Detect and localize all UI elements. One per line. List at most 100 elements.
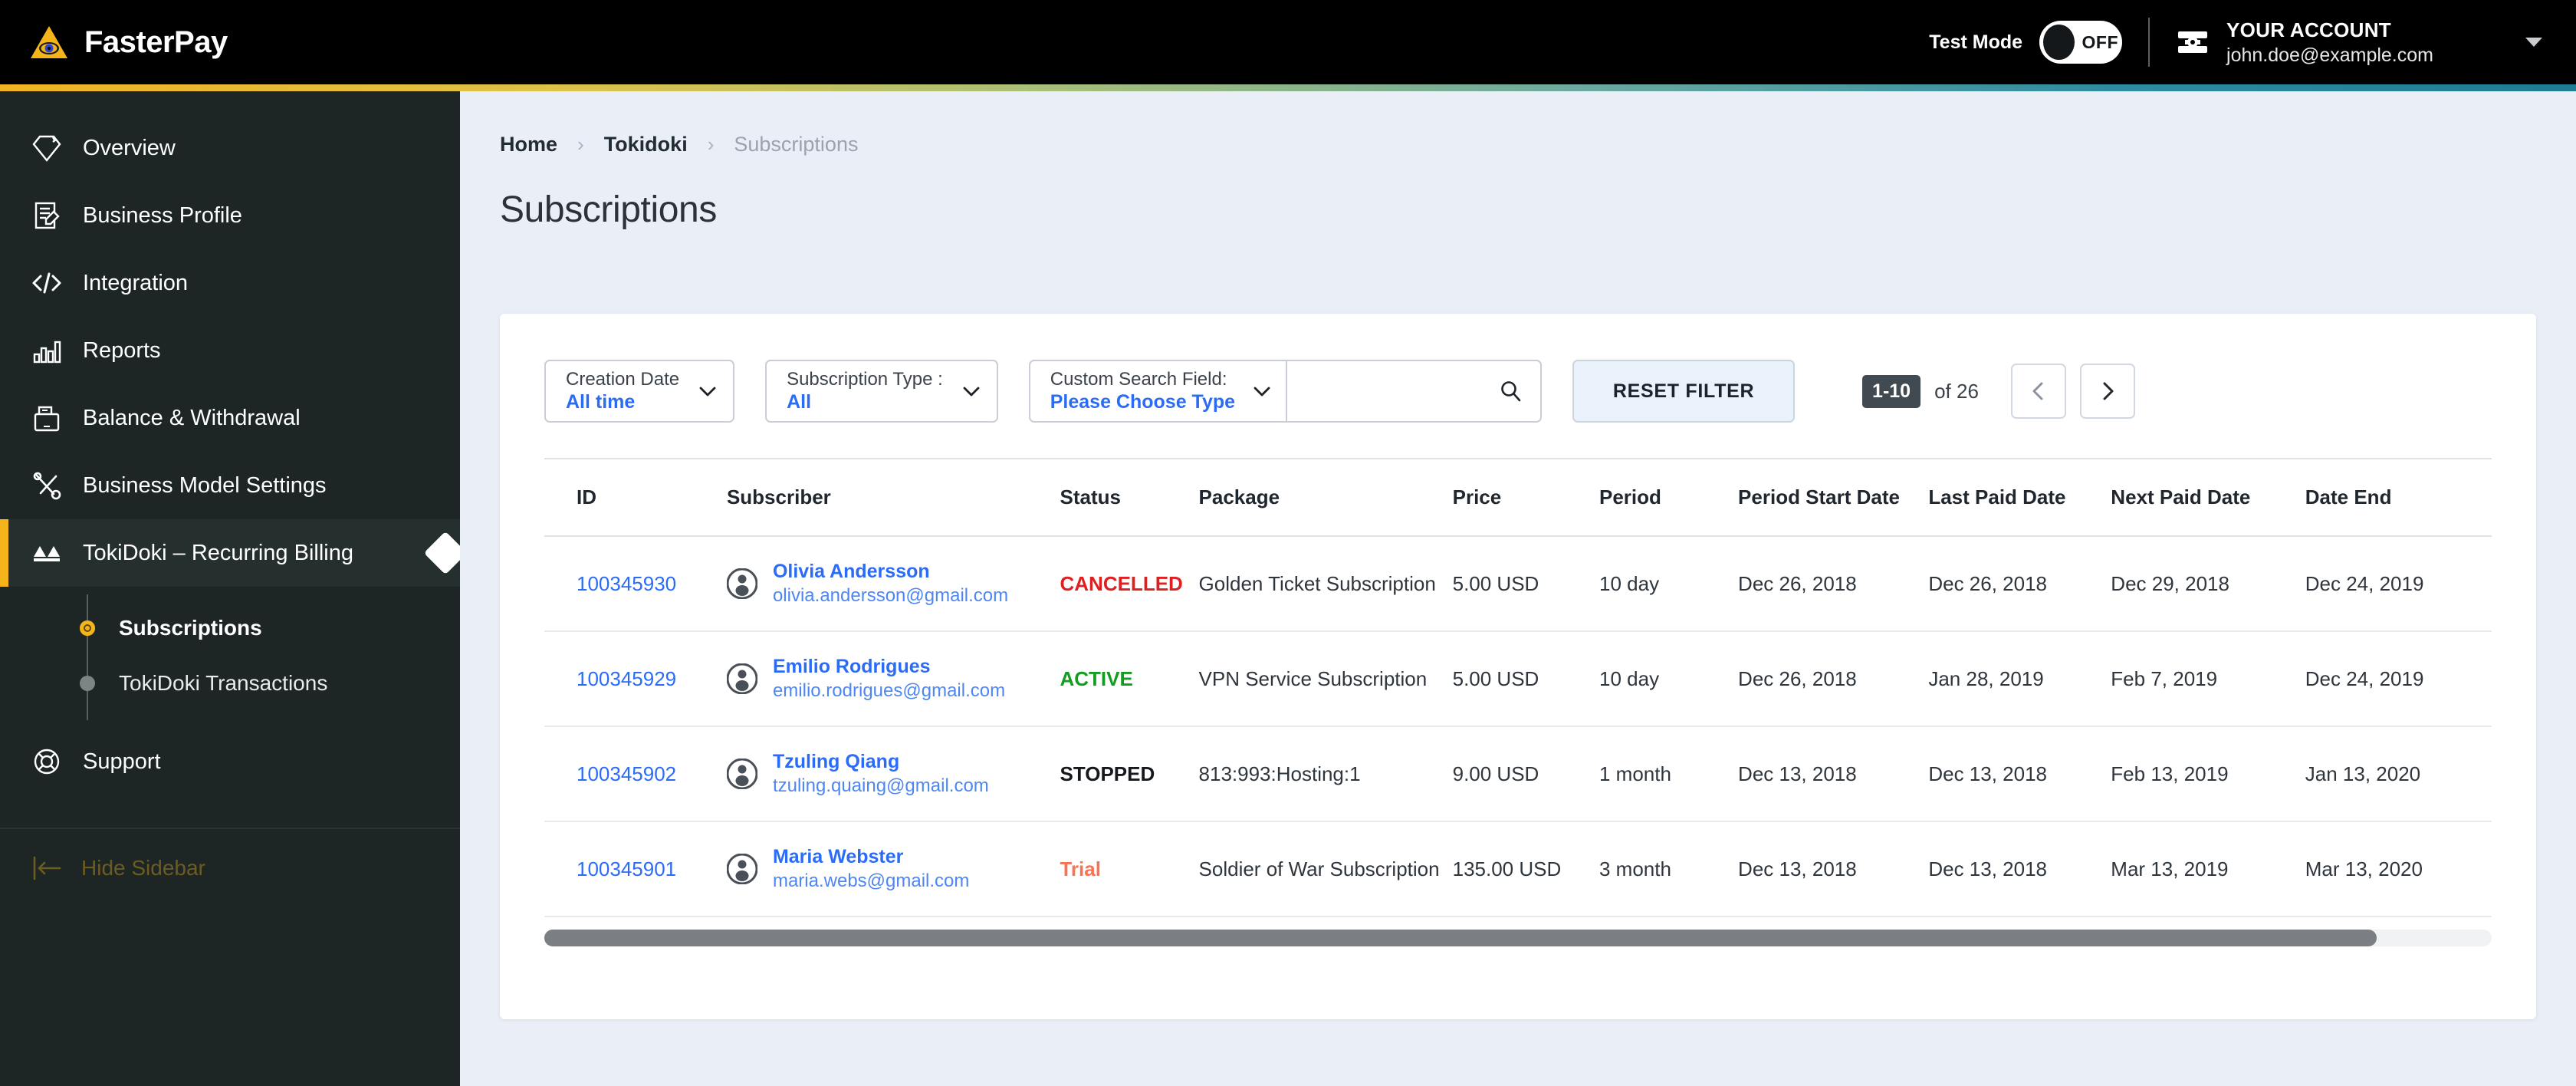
breadcrumb: Home › Tokidoki › Subscriptions — [460, 91, 2576, 156]
column-header-status: Status — [1060, 458, 1199, 537]
subscription-id-link[interactable]: 100345930 — [577, 572, 676, 595]
subscriber-email[interactable]: olivia.andersson@gmail.com — [773, 585, 1008, 607]
lifebuoy-icon — [31, 745, 63, 778]
subscription-type-filter[interactable]: Subscription Type : All — [765, 360, 998, 423]
sidebar-item-overview[interactable]: Overview — [0, 114, 460, 182]
subscriber-email[interactable]: tzuling.quaing@gmail.com — [773, 775, 989, 797]
subscriber-name[interactable]: Maria Webster — [773, 846, 969, 868]
sidebar-item-support[interactable]: Support — [0, 728, 460, 795]
cell-package: VPN Service Subscription — [1198, 631, 1453, 727]
toggle-knob — [2043, 25, 2075, 60]
cell-last-paid-date: Dec 13, 2018 — [1928, 821, 2111, 917]
chevron-left-icon — [2032, 382, 2043, 400]
custom-search-field-select[interactable]: Custom Search Field: Please Choose Type — [1030, 361, 1288, 421]
sidebar-subitem-tokidoki-transactions[interactable]: TokiDoki Transactions — [0, 656, 460, 711]
sidebar-subitem-subscriptions[interactable]: Subscriptions — [0, 601, 460, 656]
subscriber-email[interactable]: maria.webs@gmail.com — [773, 870, 969, 892]
cash-drawer-icon — [31, 402, 63, 434]
cell-status: STOPPED — [1060, 726, 1199, 822]
brand-logo-group[interactable]: FasterPay — [29, 25, 228, 60]
subscription-id-link[interactable]: 100345901 — [577, 857, 676, 880]
status-badge: STOPPED — [1060, 762, 1155, 785]
diamond-icon — [31, 132, 63, 164]
horizontal-scrollbar[interactable] — [544, 930, 2492, 946]
sidebar-subitem-label: Subscriptions — [119, 616, 262, 640]
app-root: FasterPay Test Mode OFF YOUR ACCOUNT joh… — [0, 0, 2576, 1086]
subscriptions-table: ID Subscriber Status Package Price Perio… — [544, 458, 2492, 917]
sidebar-item-label: Business Model Settings — [83, 472, 327, 498]
sidebar-item-balance-withdrawal[interactable]: Balance & Withdrawal — [0, 384, 460, 452]
reset-filter-button[interactable]: RESET FILTER — [1572, 360, 1796, 423]
subscriptions-card: Creation Date All time Subscription Type… — [500, 314, 2536, 1019]
table-row[interactable]: 100345930 Olivia Andersson olivia.andersso… — [544, 536, 2492, 632]
prev-page-button[interactable] — [2010, 364, 2066, 419]
next-page-button[interactable] — [2079, 364, 2135, 419]
document-edit-icon — [31, 199, 63, 232]
avatar-icon — [726, 568, 757, 599]
sidebar-item-business-profile[interactable]: Business Profile — [0, 182, 460, 249]
test-mode-toggle[interactable]: OFF — [2039, 21, 2123, 64]
tools-icon — [31, 469, 63, 502]
status-badge: ACTIVE — [1060, 666, 1133, 690]
table-row[interactable]: 100345929 Emilio Rodrigues emilio.rodrigue… — [544, 631, 2492, 727]
scrollbar-thumb[interactable] — [544, 930, 2377, 946]
brand-name: FasterPay — [84, 25, 228, 59]
account-info[interactable]: YOUR ACCOUNT john.doe@example.com — [2226, 18, 2433, 67]
subscriber-email[interactable]: emilio.rodrigues@gmail.com — [773, 680, 1005, 702]
column-header-period: Period — [1599, 458, 1739, 537]
sidebar-item-label: Support — [83, 749, 161, 774]
cell-price: 5.00 USD — [1452, 631, 1599, 727]
subscriber: Olivia Andersson olivia.andersson@gmail.c… — [726, 561, 1060, 607]
table-head: ID Subscriber Status Package Price Perio… — [544, 458, 2492, 537]
sidebar-item-label: Business Profile — [83, 202, 242, 228]
bar-chart-icon — [31, 334, 63, 367]
custom-search-group: Custom Search Field: Please Choose Type — [1028, 360, 1543, 423]
account-email: john.doe@example.com — [2226, 44, 2433, 66]
search-icon[interactable] — [1499, 380, 1522, 403]
subscriber-name[interactable]: Olivia Andersson — [773, 561, 1008, 583]
page-range-badge: 1-10 — [1862, 374, 1921, 408]
sidebar-item-label: TokiDoki – Recurring Billing — [83, 540, 353, 565]
subscription-id-link[interactable]: 100345902 — [577, 762, 676, 785]
cell-date-end: Mar 13, 2020 — [2305, 821, 2492, 917]
cell-period-start-date: Dec 26, 2018 — [1738, 631, 1929, 727]
toggle-state-label: OFF — [2082, 31, 2119, 52]
breadcrumb-current: Subscriptions — [734, 133, 859, 156]
cell-subscriber: Tzuling Qiang tzuling.quaing@gmail.com — [726, 726, 1060, 822]
account-title: YOUR ACCOUNT — [2226, 18, 2391, 41]
column-header-last-paid-date: Last Paid Date — [1928, 458, 2111, 537]
chevron-down-icon — [1254, 387, 1270, 396]
custom-search-value: Please Choose Type — [1050, 391, 1236, 413]
subscriber-name[interactable]: Tzuling Qiang — [773, 751, 989, 773]
top-header-bar: FasterPay Test Mode OFF YOUR ACCOUNT joh… — [0, 0, 2576, 84]
table-row[interactable]: 100345901 Maria Webster maria.webs@gmail.c… — [544, 821, 2492, 917]
subscription-type-value: All — [787, 391, 812, 413]
column-header-date-end: Date End — [2305, 458, 2492, 537]
sidebar-item-integration[interactable]: Integration — [0, 249, 460, 317]
eye-triangle-logo-icon — [31, 26, 67, 58]
hide-sidebar-button[interactable]: Hide Sidebar — [0, 829, 460, 881]
sidebar-item-business-model-settings[interactable]: Business Model Settings — [0, 452, 460, 519]
creation-date-label: Creation Date — [566, 368, 680, 390]
subscription-id-link[interactable]: 100345929 — [577, 667, 676, 690]
inactive-dot-icon — [80, 676, 95, 691]
breadcrumb-tokidoki[interactable]: Tokidoki — [604, 133, 688, 156]
cell-status: ACTIVE — [1060, 631, 1199, 727]
sidebar: Overview Business Profile Integration Re… — [0, 91, 460, 1086]
cell-period-start-date: Dec 26, 2018 — [1738, 536, 1929, 632]
cell-package: Golden Ticket Subscription — [1198, 536, 1453, 632]
table-row[interactable]: 100345902 Tzuling Qiang tzuling.quaing@gma… — [544, 726, 2492, 822]
breadcrumb-home[interactable]: Home — [500, 133, 557, 156]
sidebar-item-tokidoki-recurring-billing[interactable]: TokiDoki – Recurring Billing — [0, 519, 460, 587]
chevron-down-icon[interactable] — [2525, 38, 2542, 47]
table-header-row: ID Subscriber Status Package Price Perio… — [544, 458, 2492, 537]
account-card-icon — [2178, 31, 2208, 53]
sidebar-item-reports[interactable]: Reports — [0, 317, 460, 384]
subscriptions-table-wrap: ID Subscriber Status Package Price Perio… — [500, 423, 2536, 917]
header-divider — [2148, 18, 2150, 67]
code-brackets-icon — [31, 267, 63, 299]
creation-date-filter[interactable]: Creation Date All time — [544, 360, 735, 423]
subscriber-name[interactable]: Emilio Rodrigues — [773, 656, 1005, 678]
chevron-down-icon — [963, 387, 980, 396]
cell-last-paid-date: Jan 28, 2019 — [1928, 631, 2111, 727]
